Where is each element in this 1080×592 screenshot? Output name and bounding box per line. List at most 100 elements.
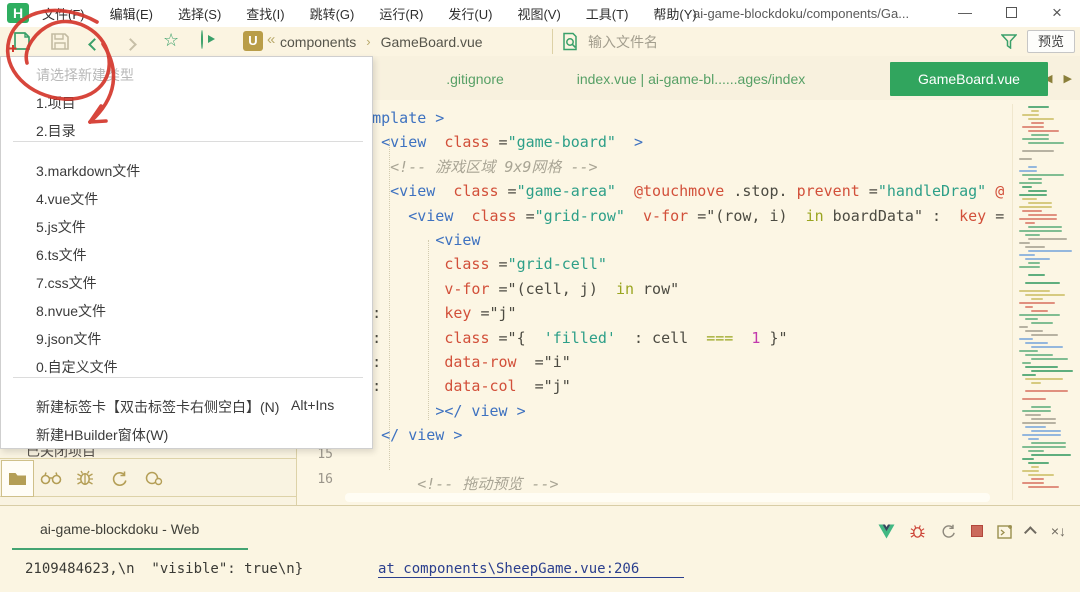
toolbar: ☆ U « components › GameBoard.vue 输入文件名 预览 bbox=[0, 27, 1080, 57]
vue-icon bbox=[878, 524, 895, 539]
new-file-menu: 请选择新建类型 1.项目 2.目录 3.markdown文件 4.vue文件 5.js文… bbox=[0, 56, 373, 449]
code-line-10[interactable]: : class ="{ 'filled' : cell === 1 }" bbox=[345, 326, 788, 350]
window-title: ai-game-blockdoku/components/Ga... bbox=[693, 0, 909, 27]
new-file-menu-item-11[interactable]: 新建HBuilder窗体(W) bbox=[36, 425, 168, 445]
line-number-15: 15 bbox=[297, 447, 333, 462]
binoculars-icon bbox=[40, 471, 62, 485]
play-icon bbox=[201, 30, 203, 49]
code-line-12[interactable]: : data-col ="j" bbox=[345, 374, 571, 398]
forward-button[interactable] bbox=[126, 36, 135, 54]
close-button[interactable]: × bbox=[1034, 0, 1080, 27]
resource-icon bbox=[144, 470, 163, 486]
console-output: 2109484623,\n "visible": true\n} bbox=[25, 561, 303, 577]
code-line-4[interactable]: <view class ="game-area" @touchmove .sto… bbox=[345, 179, 1004, 203]
close-console-icon[interactable]: ×↓ bbox=[1051, 523, 1066, 539]
line-number-16: 16 bbox=[297, 472, 333, 487]
titlebar: H 文件(F) 编辑(E) 选择(S) 查找(I) 跳转(G) 运行(R) 发行(U) 视图(… bbox=[0, 0, 1080, 27]
console-tab-underline bbox=[12, 548, 248, 550]
refresh-panel-button[interactable] bbox=[104, 459, 134, 497]
minimize-button[interactable]: — bbox=[942, 0, 988, 27]
editor-tab-2[interactable]: GameBoard.vue bbox=[890, 62, 1048, 96]
editor-tab-1[interactable]: index.vue | ai-game-bl......ages/index bbox=[545, 62, 837, 96]
debug-panel-button[interactable] bbox=[70, 459, 100, 497]
new-file-menu-item-10[interactable]: 新建标签卡【双击标签卡右侧空白】(N) bbox=[36, 397, 279, 417]
code-line-7[interactable]: class ="grid-cell" bbox=[345, 252, 607, 276]
menubar-item-5[interactable]: 运行(R) bbox=[379, 4, 423, 23]
collapse-chevrons-icon[interactable]: « bbox=[267, 31, 275, 48]
bug-icon bbox=[76, 470, 94, 486]
console-panel: ai-game-blockdoku - Web 2109484623,\n "v… bbox=[0, 505, 1080, 592]
search-placeholder: 输入文件名 bbox=[588, 32, 658, 52]
minimap[interactable] bbox=[1012, 104, 1078, 500]
panel-icon-strip bbox=[0, 458, 296, 497]
run-button[interactable] bbox=[201, 31, 203, 49]
resources-panel-button[interactable] bbox=[138, 459, 168, 497]
tab-scroll-arrows[interactable]: ◀ ▶ bbox=[1044, 72, 1076, 85]
search-panel-button[interactable] bbox=[36, 459, 66, 497]
window-controls: — × bbox=[942, 0, 1080, 27]
code-line-5[interactable]: <view class ="grid-row" v-for ="(row, i)… bbox=[345, 204, 1004, 228]
new-file-menu-header: 请选择新建类型 bbox=[36, 65, 134, 85]
breadcrumb-item-1[interactable]: GameBoard.vue bbox=[381, 34, 483, 50]
code-area[interactable]: <template > <view class ="game-board" > … bbox=[345, 100, 1008, 500]
editor-tabbar: ◀ ▶ .gitignore index.vue | ai-game-bl....… bbox=[297, 56, 1080, 100]
menubar-item-1[interactable]: 编辑(E) bbox=[110, 4, 153, 23]
new-file-menu-item-9[interactable]: 0.自定义文件 bbox=[36, 357, 118, 377]
menu-shortcut: Alt+Ins bbox=[291, 397, 334, 413]
menubar-item-9[interactable]: 帮助(Y) bbox=[653, 4, 696, 23]
horizontal-scrollbar[interactable] bbox=[345, 493, 990, 502]
new-file-menu-item-4[interactable]: 5.js文件 bbox=[36, 217, 86, 237]
hbuilderx-window: H 文件(F) 编辑(E) 选择(S) 查找(I) 跳转(G) 运行(R) 发行(U) 视图(… bbox=[0, 0, 1080, 592]
menubar-item-7[interactable]: 视图(V) bbox=[517, 4, 560, 23]
maximize-button[interactable] bbox=[988, 0, 1034, 27]
new-file-menu-item-2[interactable]: 3.markdown文件 bbox=[36, 161, 140, 181]
menubar-item-4[interactable]: 跳转(G) bbox=[310, 4, 355, 23]
clear-console-icon[interactable] bbox=[997, 524, 1014, 539]
menubar: 文件(F) 编辑(E) 选择(S) 查找(I) 跳转(G) 运行(R) 发行(U) 视图(V)… bbox=[42, 0, 697, 27]
new-file-menu-item-8[interactable]: 9.json文件 bbox=[36, 329, 101, 349]
new-file-menu-item-0[interactable]: 1.项目 bbox=[36, 93, 76, 113]
app-logo-icon: H bbox=[7, 3, 29, 23]
maximize-icon bbox=[1006, 7, 1017, 18]
breadcrumb-separator: › bbox=[366, 34, 370, 49]
console-tab[interactable]: ai-game-blockdoku - Web bbox=[40, 521, 199, 537]
debug-bug-icon[interactable] bbox=[909, 524, 926, 539]
new-file-menu-item-7[interactable]: 8.nvue文件 bbox=[36, 301, 106, 321]
menubar-item-0[interactable]: 文件(F) bbox=[42, 4, 85, 23]
menubar-item-3[interactable]: 查找(I) bbox=[246, 4, 284, 23]
preview-button[interactable]: 预览 bbox=[1027, 30, 1075, 53]
new-file-menu-item-5[interactable]: 6.ts文件 bbox=[36, 245, 87, 265]
back-button[interactable] bbox=[90, 36, 99, 54]
new-file-menu-item-3[interactable]: 4.vue文件 bbox=[36, 189, 98, 209]
restart-icon[interactable] bbox=[940, 523, 957, 539]
new-file-menu-item-1[interactable]: 2.目录 bbox=[36, 121, 76, 141]
code-line-11[interactable]: : data-row ="i" bbox=[345, 350, 571, 374]
new-file-button[interactable] bbox=[9, 31, 33, 53]
menu-divider bbox=[13, 377, 363, 378]
refresh-icon bbox=[110, 470, 129, 487]
menubar-item-2[interactable]: 选择(S) bbox=[178, 4, 221, 23]
code-line-3[interactable]: <!-- 游戏区域 9x9网格 --> bbox=[345, 155, 598, 179]
menu-divider bbox=[13, 141, 363, 142]
breadcrumb: components › GameBoard.vue bbox=[280, 27, 483, 56]
menubar-item-8[interactable]: 工具(T) bbox=[586, 4, 629, 23]
folder-icon bbox=[8, 471, 27, 486]
file-search-field[interactable]: 输入文件名 bbox=[552, 29, 1000, 54]
stop-icon[interactable] bbox=[971, 525, 983, 537]
breadcrumb-item-0[interactable]: components bbox=[280, 34, 356, 50]
uniapp-icon[interactable]: U bbox=[243, 31, 263, 51]
code-line-2[interactable]: <view class ="game-board" > bbox=[345, 130, 643, 154]
save-icon[interactable] bbox=[50, 32, 70, 51]
menubar-item-6[interactable]: 发行(U) bbox=[448, 4, 492, 23]
new-file-menu-item-6[interactable]: 7.css文件 bbox=[36, 273, 97, 293]
back-icon bbox=[88, 38, 101, 51]
filter-icon[interactable] bbox=[1001, 34, 1017, 49]
collapse-console-icon[interactable] bbox=[1028, 522, 1037, 540]
files-tab-active[interactable] bbox=[1, 460, 34, 497]
editor-tab-0[interactable]: .gitignore bbox=[430, 62, 520, 96]
code-line-8[interactable]: v-for ="(cell, j) in row" bbox=[345, 277, 679, 301]
star-icon[interactable]: ☆ bbox=[163, 29, 179, 51]
code-editor[interactable]: 15 16 <template > <view class ="game-boar… bbox=[297, 100, 1080, 505]
console-source-link[interactable]: at components\SheepGame.vue:206 bbox=[378, 561, 684, 578]
search-file-icon bbox=[561, 32, 580, 51]
